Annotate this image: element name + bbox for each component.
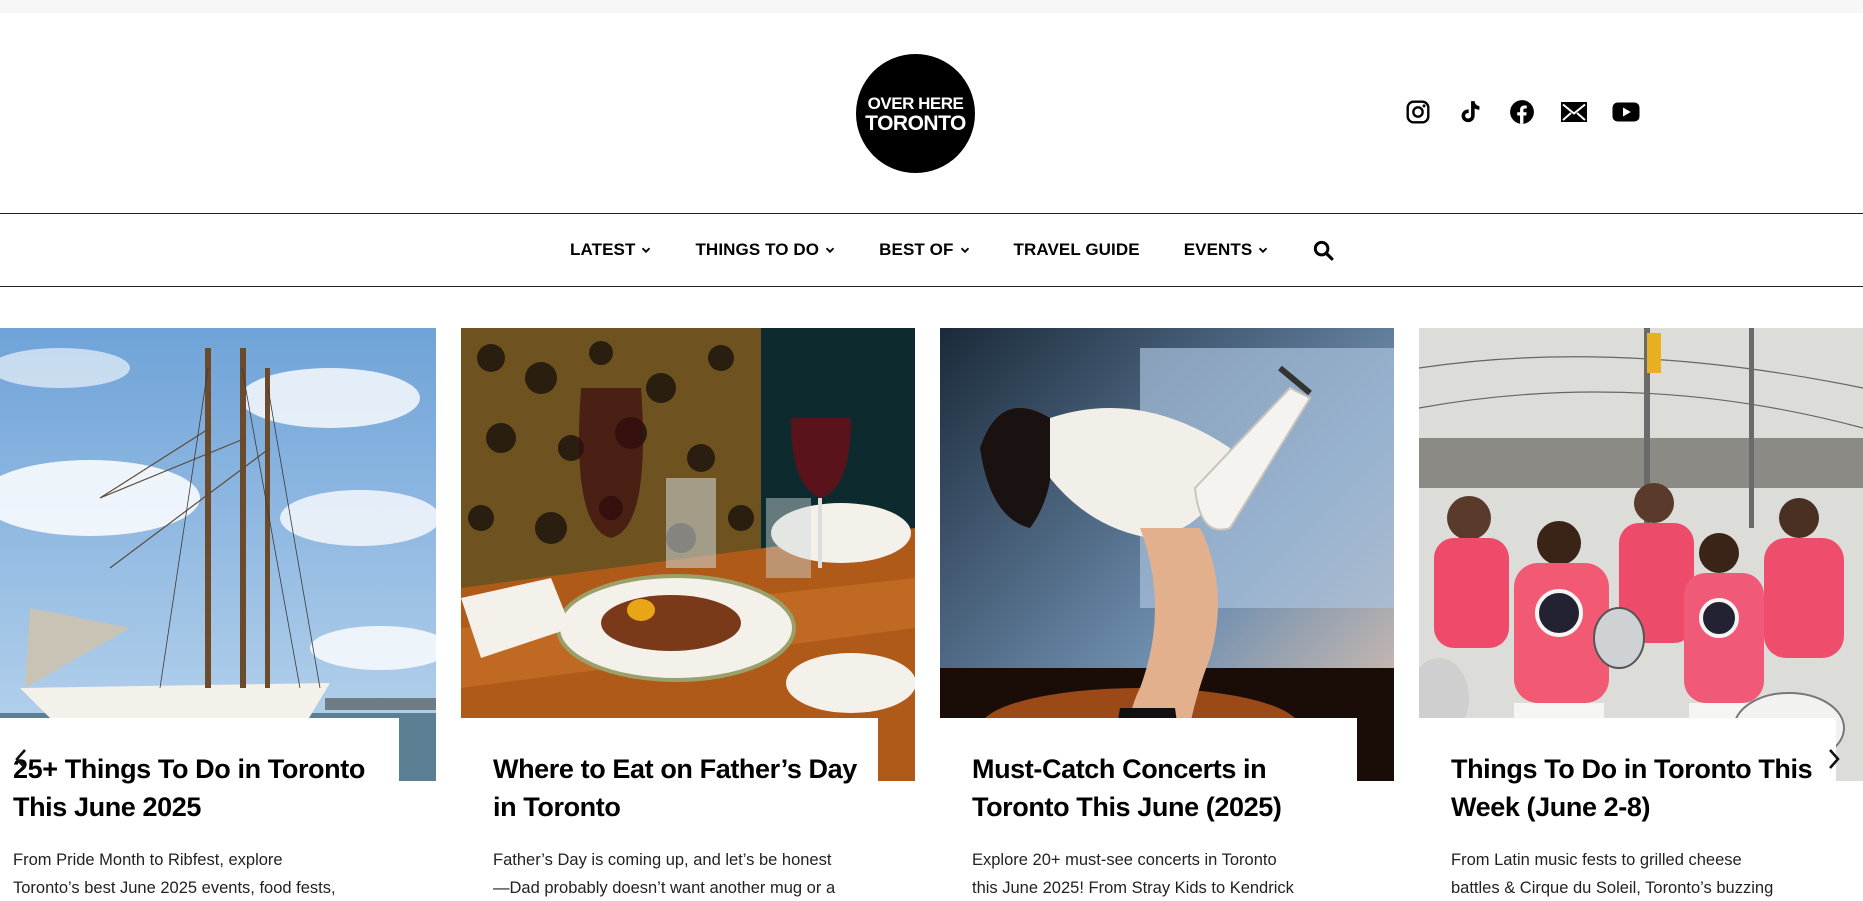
nav-item-label: LATEST: [570, 240, 636, 259]
article-text: Things To Do in Toronto This Week (June …: [1419, 718, 1836, 901]
email-icon[interactable]: [1560, 98, 1588, 126]
tiktok-icon[interactable]: [1456, 98, 1484, 126]
excerpt-line: Explore 20+ must-see concerts in Toronto: [972, 851, 1277, 869]
social-links: [1404, 98, 1640, 126]
main-nav: LATEST THINGS TO DO BEST OF TRAVEL GUIDE…: [0, 213, 1863, 287]
nav-item-latest[interactable]: LATEST: [570, 240, 651, 260]
article-text: 25+ Things To Do in Toronto This June 20…: [0, 718, 399, 901]
article-text: Where to Eat on Father’s Day in Toronto …: [461, 718, 878, 901]
article-image[interactable]: [0, 328, 436, 781]
article-title[interactable]: Where to Eat on Father’s Day in Toronto: [493, 718, 858, 826]
logo-line-1: OVER HERE: [867, 93, 964, 113]
excerpt-line: Father’s Day is coming up, and let’s be …: [493, 851, 832, 869]
excerpt-line: From Pride Month to Ribfest, explore: [13, 851, 283, 869]
excerpt-line: —Dad probably doesn’t want another mug o…: [493, 879, 836, 897]
facebook-icon[interactable]: [1508, 98, 1536, 126]
article-excerpt: From Latin music fests to grilled cheese…: [1451, 846, 1816, 901]
article-title[interactable]: Must-Catch Concerts in Toronto This June…: [972, 718, 1337, 826]
nav-item-best-of[interactable]: BEST OF: [879, 240, 969, 260]
site-logo[interactable]: OVER HERE TORONTO: [856, 54, 975, 173]
article-title[interactable]: Things To Do in Toronto This Week (June …: [1451, 718, 1816, 826]
chevron-down-icon: [825, 245, 835, 255]
nav-item-events[interactable]: EVENTS: [1184, 240, 1269, 260]
logo-line-2: TORONTO: [865, 111, 966, 135]
article-excerpt: Father’s Day is coming up, and let’s be …: [493, 846, 858, 901]
article-card[interactable]: 25+ Things To Do in Toronto This June 20…: [0, 328, 436, 901]
excerpt-line: From Latin music fests to grilled cheese: [1451, 851, 1742, 869]
article-excerpt: From Pride Month to Ribfest, explore Tor…: [13, 846, 379, 901]
excerpt-line: this June 2025! From Stray Kids to Kendr…: [972, 879, 1294, 897]
article-title[interactable]: 25+ Things To Do in Toronto This June 20…: [13, 718, 379, 826]
chevron-down-icon: [1258, 245, 1268, 255]
chevron-right-icon[interactable]: [1823, 744, 1845, 774]
article-image[interactable]: [940, 328, 1394, 781]
excerpt-line: battles & Cirque du Soleil, Toronto’s bu…: [1451, 879, 1774, 897]
excerpt-line: Toronto’s best June 2025 events, food fe…: [13, 879, 336, 897]
article-card[interactable]: Must-Catch Concerts in Toronto This June…: [940, 328, 1394, 901]
top-strip: [0, 0, 1863, 13]
nav-item-travel-guide[interactable]: TRAVEL GUIDE: [1014, 240, 1140, 260]
youtube-icon[interactable]: [1612, 98, 1640, 126]
search-icon[interactable]: [1312, 239, 1334, 261]
chevron-down-icon: [641, 245, 651, 255]
nav-item-things-to-do[interactable]: THINGS TO DO: [695, 240, 835, 260]
chevron-down-icon: [960, 245, 970, 255]
article-card[interactable]: Where to Eat on Father’s Day in Toronto …: [461, 328, 915, 901]
nav-item-label: BEST OF: [879, 240, 954, 259]
featured-carousel: 25+ Things To Do in Toronto This June 20…: [0, 328, 1863, 901]
nav-item-label: THINGS TO DO: [695, 240, 820, 259]
instagram-icon[interactable]: [1404, 98, 1432, 126]
article-card[interactable]: Things To Do in Toronto This Week (June …: [1419, 328, 1863, 901]
chevron-left-icon[interactable]: [10, 744, 32, 774]
article-image[interactable]: [461, 328, 915, 781]
nav-item-label: EVENTS: [1183, 240, 1253, 259]
nav-item-label: TRAVEL GUIDE: [1013, 240, 1140, 259]
article-image[interactable]: [1419, 328, 1863, 781]
article-excerpt: Explore 20+ must-see concerts in Toronto…: [972, 846, 1337, 901]
article-text: Must-Catch Concerts in Toronto This June…: [940, 718, 1357, 901]
